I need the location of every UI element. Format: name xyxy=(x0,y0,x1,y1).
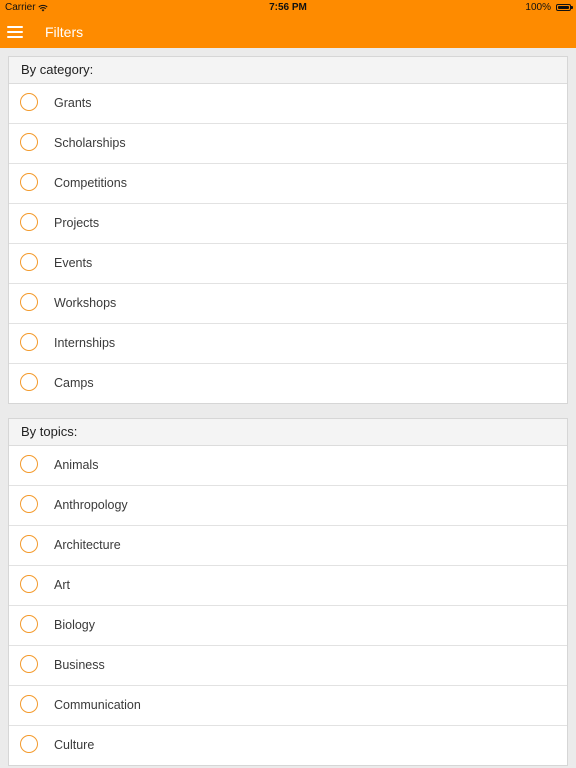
radio-circle-icon[interactable] xyxy=(20,495,38,513)
filter-row-camps[interactable]: Camps xyxy=(9,364,567,403)
filter-row-scholarships[interactable]: Scholarships xyxy=(9,124,567,164)
filter-row-grants[interactable]: Grants xyxy=(9,84,567,124)
filter-label: Animals xyxy=(54,458,99,472)
filter-label: Projects xyxy=(54,216,100,230)
category-section: By category: Grants Scholarships Competi… xyxy=(8,56,568,404)
filter-label: Biology xyxy=(54,618,95,632)
battery-percentage: 100% xyxy=(525,2,551,13)
filter-label: Workshops xyxy=(54,296,117,310)
filter-row-culture[interactable]: Culture xyxy=(9,726,567,765)
radio-circle-icon[interactable] xyxy=(20,253,38,271)
filter-row-anthropology[interactable]: Anthropology xyxy=(9,486,567,526)
radio-circle-icon[interactable] xyxy=(20,735,38,753)
filters-list: By category: Grants Scholarships Competi… xyxy=(0,48,576,766)
radio-circle-icon[interactable] xyxy=(20,293,38,311)
filter-row-competitions[interactable]: Competitions xyxy=(9,164,567,204)
filter-row-projects[interactable]: Projects xyxy=(9,204,567,244)
radio-circle-icon[interactable] xyxy=(20,133,38,151)
filter-label: Culture xyxy=(54,738,95,752)
filter-row-architecture[interactable]: Architecture xyxy=(9,526,567,566)
hamburger-menu-icon[interactable] xyxy=(7,25,23,39)
topics-section: By topics: Animals Anthropology Architec… xyxy=(8,418,568,766)
radio-circle-icon[interactable] xyxy=(20,655,38,673)
filter-label: Competitions xyxy=(54,176,127,190)
page-title: Filters xyxy=(45,24,84,40)
section-header-category: By category: xyxy=(9,57,567,84)
radio-circle-icon[interactable] xyxy=(20,213,38,231)
radio-circle-icon[interactable] xyxy=(20,535,38,553)
filter-label: Grants xyxy=(54,96,92,110)
filter-row-animals[interactable]: Animals xyxy=(9,446,567,486)
radio-circle-icon[interactable] xyxy=(20,173,38,191)
filter-row-communication[interactable]: Communication xyxy=(9,686,567,726)
navigation-bar: Filters xyxy=(0,16,576,48)
filter-label: Camps xyxy=(54,376,94,390)
filter-row-biology[interactable]: Biology xyxy=(9,606,567,646)
radio-circle-icon[interactable] xyxy=(20,615,38,633)
clock: 7:56 PM xyxy=(269,2,307,13)
filter-row-art[interactable]: Art xyxy=(9,566,567,606)
filter-label: Anthropology xyxy=(54,498,128,512)
filter-row-internships[interactable]: Internships xyxy=(9,324,567,364)
radio-circle-icon[interactable] xyxy=(20,333,38,351)
filter-label: Scholarships xyxy=(54,136,126,150)
filter-label: Internships xyxy=(54,336,116,350)
radio-circle-icon[interactable] xyxy=(20,373,38,391)
radio-circle-icon[interactable] xyxy=(20,695,38,713)
filter-label: Business xyxy=(54,658,105,672)
radio-circle-icon[interactable] xyxy=(20,93,38,111)
filter-label: Architecture xyxy=(54,538,121,552)
filter-label: Communication xyxy=(54,698,141,712)
radio-circle-icon[interactable] xyxy=(20,455,38,473)
radio-circle-icon[interactable] xyxy=(20,575,38,593)
filter-row-business[interactable]: Business xyxy=(9,646,567,686)
battery-icon xyxy=(556,4,573,11)
filter-row-workshops[interactable]: Workshops xyxy=(9,284,567,324)
filter-label: Art xyxy=(54,578,70,592)
section-header-topics: By topics: xyxy=(9,419,567,446)
status-bar: Carrier 7:56 PM 100% xyxy=(0,0,576,16)
filter-row-events[interactable]: Events xyxy=(9,244,567,284)
filter-label: Events xyxy=(54,256,93,270)
